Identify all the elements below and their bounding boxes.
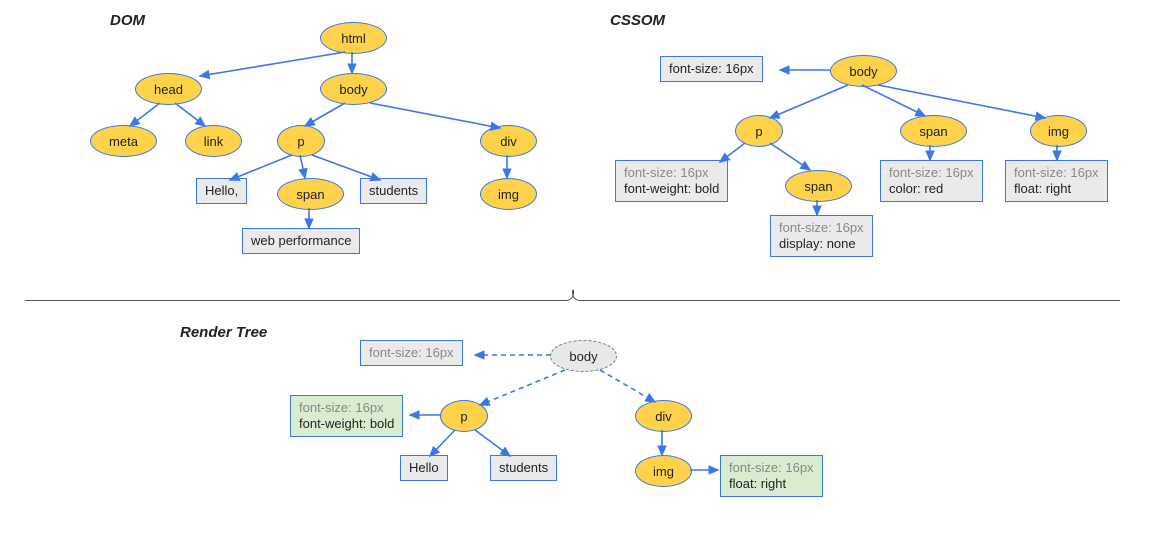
- cssom-node-img: img: [1030, 115, 1087, 147]
- cssom-doc-p: font-size: 16px font-weight: bold: [615, 160, 728, 202]
- cssom-doc-img: font-size: 16px float: right: [1005, 160, 1108, 202]
- css-line: font-weight: bold: [624, 181, 719, 196]
- cssom-doc-span2: font-size: 16px display: none: [770, 215, 873, 257]
- render-text-hello: Hello: [400, 455, 448, 481]
- title-cssom: CSSOM: [610, 12, 665, 29]
- cssom-doc-span: font-size: 16px color: red: [880, 160, 983, 202]
- dom-node-span: span: [277, 178, 344, 210]
- render-doc-img: font-size: 16px float: right: [720, 455, 823, 497]
- css-line: font-size: 16px: [369, 345, 454, 360]
- render-doc-p: font-size: 16px font-weight: bold: [290, 395, 403, 437]
- css-line: font-size: 16px: [1014, 165, 1099, 180]
- css-line: float: right: [1014, 181, 1071, 196]
- cssom-node-span: span: [900, 115, 967, 147]
- render-node-body: body: [550, 340, 617, 372]
- css-line: font-size: 16px: [669, 61, 754, 76]
- cssom-node-span2: span: [785, 170, 852, 202]
- dom-node-p: p: [277, 125, 325, 157]
- dom-text-hello: Hello,: [196, 178, 247, 204]
- dom-node-meta: meta: [90, 125, 157, 157]
- dom-text-webperf: web performance: [242, 228, 360, 254]
- dom-node-img: img: [480, 178, 537, 210]
- cssom-node-body: body: [830, 55, 897, 87]
- diagram-canvas: { "titles":{"dom":"DOM","cssom":"CSSOM",…: [0, 0, 1150, 537]
- css-line: font-weight: bold: [299, 416, 394, 431]
- render-node-p: p: [440, 400, 488, 432]
- dom-node-div: div: [480, 125, 537, 157]
- render-doc-body: font-size: 16px: [360, 340, 463, 366]
- css-line: display: none: [779, 236, 856, 251]
- css-line: font-size: 16px: [624, 165, 709, 180]
- cssom-doc-body: font-size: 16px: [660, 56, 763, 82]
- css-line: font-size: 16px: [779, 220, 864, 235]
- render-text-students: students: [490, 455, 557, 481]
- css-line: float: right: [729, 476, 786, 491]
- brace-icon: [25, 290, 1120, 304]
- title-dom: DOM: [110, 12, 145, 29]
- dom-text-students: students: [360, 178, 427, 204]
- render-node-img: img: [635, 455, 692, 487]
- dom-node-body: body: [320, 73, 387, 105]
- css-line: font-size: 16px: [729, 460, 814, 475]
- dom-node-head: head: [135, 73, 202, 105]
- cssom-node-p: p: [735, 115, 783, 147]
- dom-node-link: link: [185, 125, 242, 157]
- title-render: Render Tree: [180, 324, 267, 341]
- dom-node-html: html: [320, 22, 387, 54]
- render-node-div: div: [635, 400, 692, 432]
- css-line: font-size: 16px: [299, 400, 384, 415]
- css-line: font-size: 16px: [889, 165, 974, 180]
- css-line: color: red: [889, 181, 943, 196]
